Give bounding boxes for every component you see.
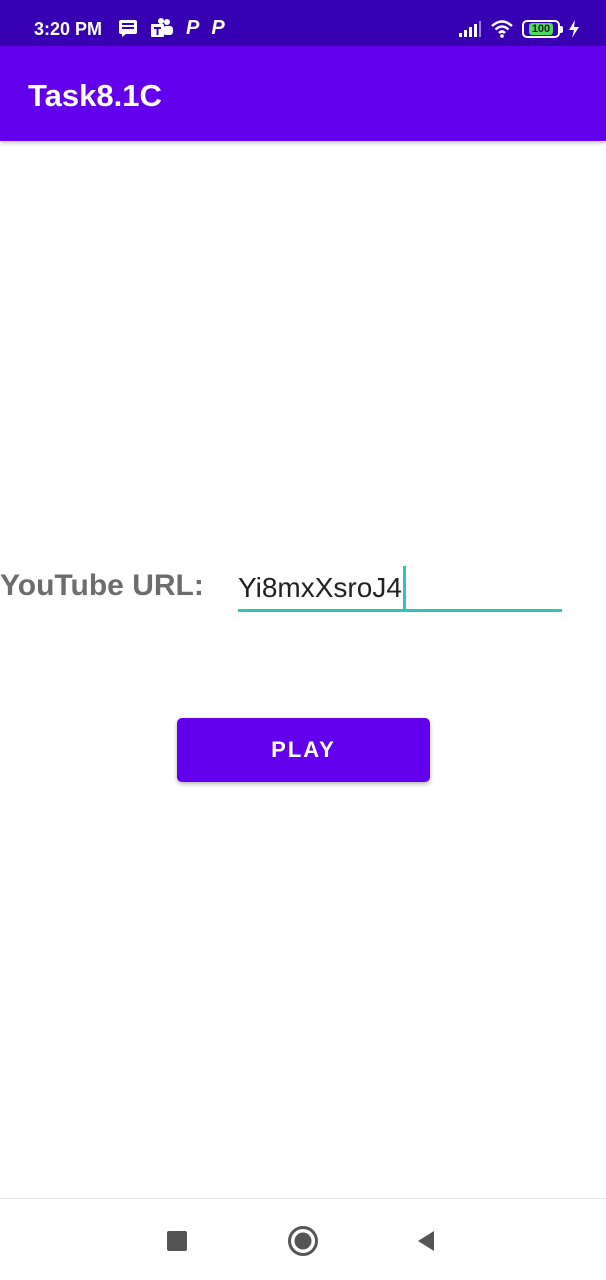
p-glyph: P (211, 17, 225, 39)
app-bar: Task8.1C (0, 46, 606, 141)
system-icons: 100 (450, 17, 580, 41)
battery-level: 100 (528, 23, 554, 35)
p-icon: P (211, 17, 224, 39)
status-time: 3:20 PM (34, 19, 103, 39)
charging-icon (568, 19, 580, 39)
play-button[interactable]: PLAY (177, 718, 430, 782)
home-icon[interactable] (287, 1225, 319, 1257)
signal-icon (458, 20, 482, 38)
notification-icons: P P (118, 17, 237, 39)
back-icon[interactable] (410, 1225, 442, 1257)
youtube-url-label: YouTube URL: (0, 569, 204, 602)
text-cursor (402, 566, 406, 610)
wifi-icon (490, 19, 514, 39)
p-glyph: P (186, 17, 200, 39)
navigation-bar (0, 1198, 606, 1280)
battery-icon: 100 (522, 20, 563, 38)
recents-icon[interactable] (161, 1225, 193, 1257)
p-icon: P (186, 17, 199, 39)
message-icon (118, 17, 138, 39)
url-input-value[interactable]: Yi8mxXsroJ4 (238, 568, 402, 608)
status-bar: 3:20 PM P P 100 (0, 0, 606, 46)
teams-icon (150, 17, 174, 39)
url-input-value-wrap[interactable]: Yi8mxXsroJ4 (238, 566, 406, 610)
youtube-url-input[interactable]: Yi8mxXsroJ4 (238, 562, 562, 612)
app-title: Task8.1C (28, 78, 162, 113)
